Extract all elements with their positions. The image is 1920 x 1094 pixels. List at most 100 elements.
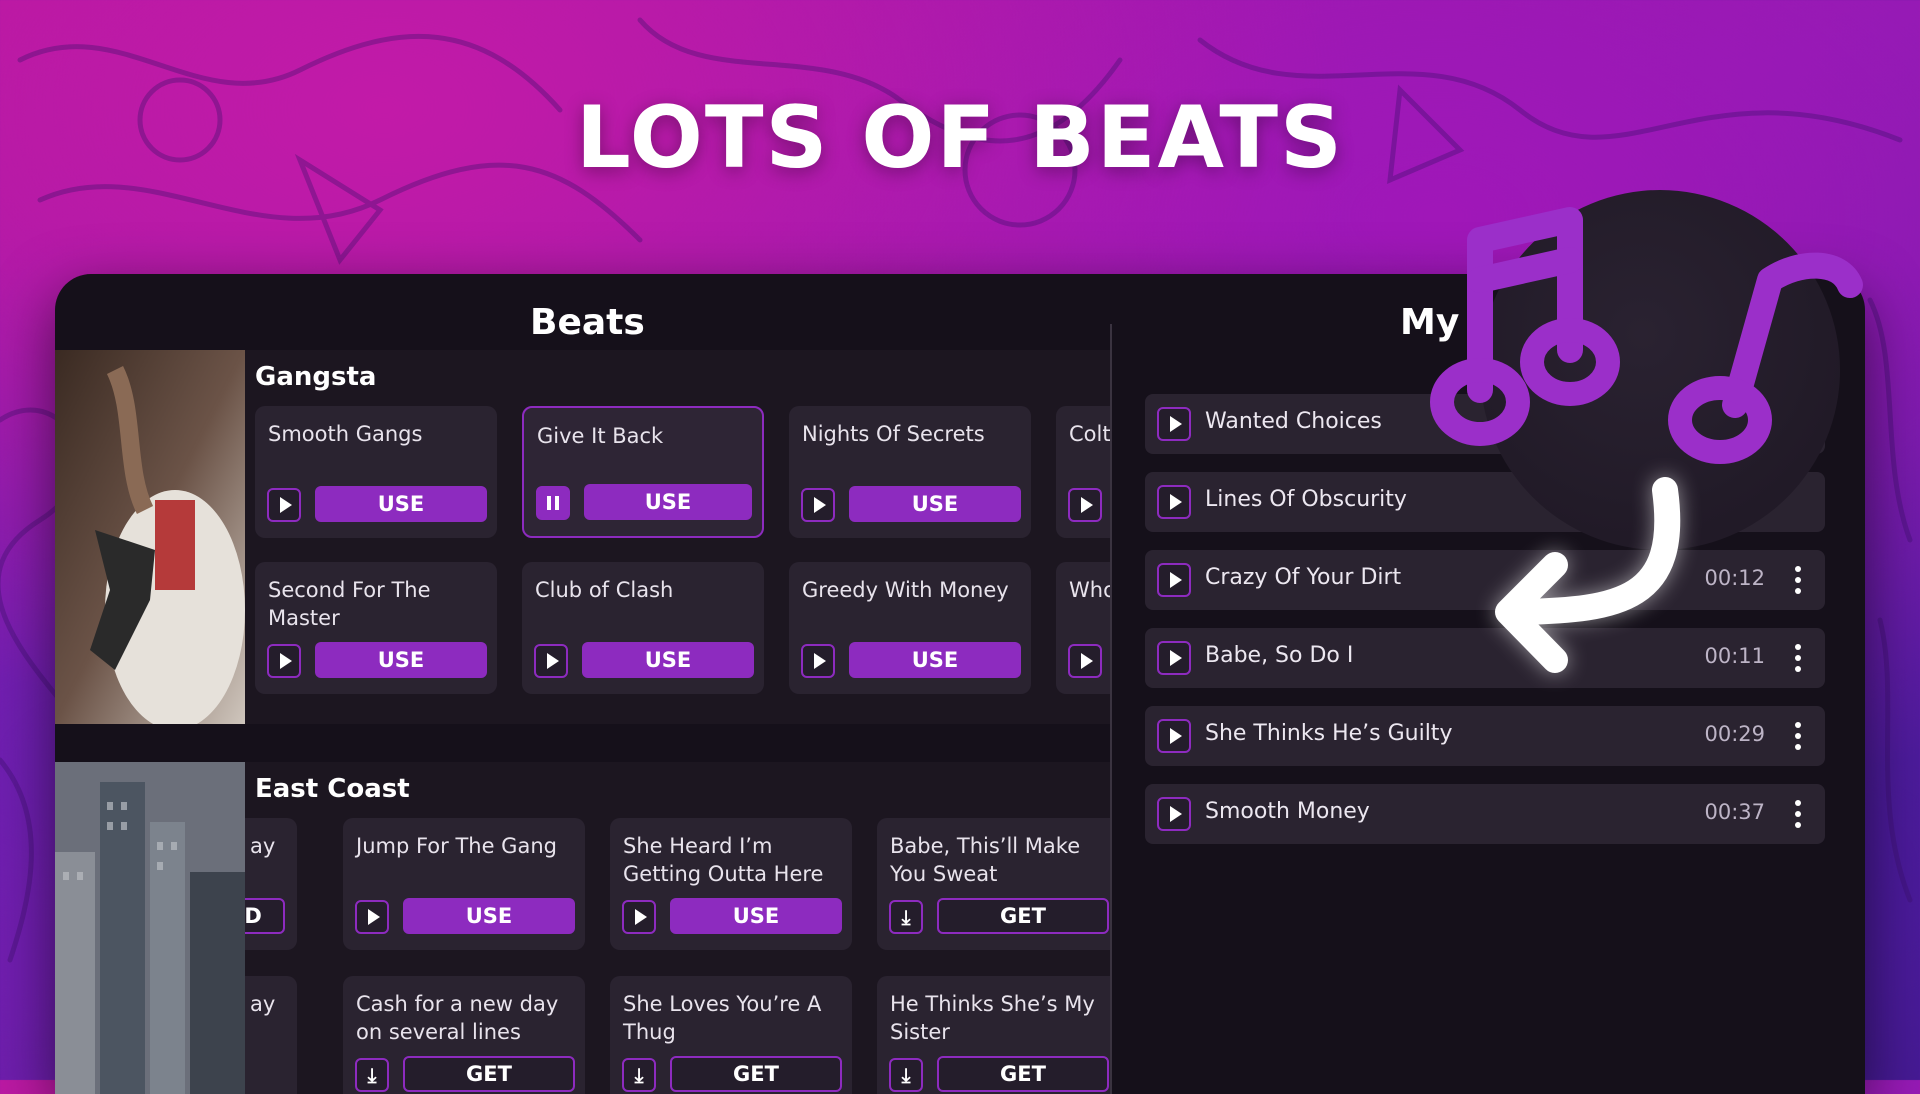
use-button[interactable]: USE (315, 642, 487, 678)
download-icon-button[interactable]: ⤓ (622, 1058, 656, 1092)
more-options-icon[interactable] (1795, 800, 1801, 828)
more-options-icon[interactable] (1795, 722, 1801, 750)
play-button[interactable] (1157, 407, 1191, 441)
beat-title: Babe, This’ll Make You Sweat (890, 834, 1081, 886)
play-button[interactable] (267, 644, 301, 678)
download-icon-button[interactable]: ⤓ (355, 1058, 389, 1092)
curved-arrow-icon (1495, 477, 1681, 673)
gangsta-cards: Smooth Gangs USE Give It Back USE Nights… (245, 406, 1110, 724)
play-icon (367, 909, 380, 925)
beat-title: ay (250, 992, 276, 1016)
play-icon (1169, 572, 1182, 588)
beat-card[interactable]: ay (245, 976, 297, 1094)
get-button[interactable]: GET (670, 1056, 842, 1092)
music-notes-icon (1430, 207, 1863, 673)
beat-card[interactable]: Smooth Gangs USE (255, 406, 497, 538)
play-icon (1080, 653, 1093, 669)
beat-title: Greedy With Money (802, 578, 1009, 602)
download-icon: ⤓ (367, 1063, 377, 1087)
use-button[interactable]: USE (315, 486, 487, 522)
playlist-item[interactable]: Smooth Money 00:37 (1145, 784, 1825, 844)
play-icon (279, 653, 292, 669)
play-button[interactable] (801, 488, 835, 522)
track-duration: 00:29 (1704, 722, 1765, 746)
download-icon-button[interactable]: ⤓ (889, 900, 923, 934)
beats-title: Beats (530, 302, 645, 343)
beat-title: Colt 1 (1069, 422, 1110, 446)
get-button[interactable]: GET (937, 898, 1109, 934)
beat-card[interactable]: Jump For The Gang USE (343, 818, 585, 950)
play-icon (813, 653, 826, 669)
play-button[interactable] (1157, 641, 1191, 675)
beat-title: Who (1069, 578, 1110, 602)
play-icon (1169, 416, 1182, 432)
section-title: Gangsta (255, 362, 377, 392)
use-button[interactable]: USE (584, 484, 752, 520)
track-name: Crazy Of Your Dirt (1205, 565, 1402, 590)
beat-card[interactable]: Second For The Master USE (255, 562, 497, 694)
beat-title: Nights Of Secrets (802, 422, 985, 446)
beat-card[interactable]: Greedy With Money USE (789, 562, 1031, 694)
beat-title: Jump For The Gang (356, 834, 557, 858)
beat-card[interactable]: Club of Clash USE (522, 562, 764, 694)
download-icon: ⤓ (901, 905, 911, 929)
use-button[interactable]: USE (670, 898, 842, 934)
play-button[interactable] (801, 644, 835, 678)
play-button[interactable] (1157, 563, 1191, 597)
track-name: Smooth Money (1205, 799, 1370, 824)
beat-card[interactable]: He Thinks She’s My Sister ⤓ GET (877, 976, 1110, 1094)
play-icon (1080, 497, 1093, 513)
play-icon (1169, 806, 1182, 822)
play-icon (634, 909, 647, 925)
beat-title: ay (250, 834, 276, 858)
play-button[interactable] (1068, 644, 1102, 678)
play-button[interactable] (622, 900, 656, 934)
beat-card[interactable]: Colt 1 (1056, 406, 1110, 538)
beat-card[interactable]: Give It Back USE (522, 406, 764, 538)
section-east-coast: East Coast ay AD Jump For The Gang USE S… (55, 762, 1110, 1094)
playlist-item[interactable]: She Thinks He’s Guilty 00:29 (1145, 706, 1825, 766)
beat-title: Second For The Master (268, 578, 431, 630)
use-button[interactable]: USE (849, 642, 1021, 678)
track-name: Wanted Choices (1205, 409, 1382, 434)
beat-title: He Thinks She’s My Sister (890, 992, 1095, 1044)
play-button[interactable] (534, 644, 568, 678)
track-name: Lines Of Obscurity (1205, 487, 1407, 512)
use-button[interactable]: USE (582, 642, 754, 678)
track-name: Babe, So Do I (1205, 643, 1354, 668)
play-button[interactable] (1157, 485, 1191, 519)
play-button[interactable] (1157, 797, 1191, 831)
panel-divider (1110, 324, 1112, 1094)
beat-title: She Loves You’re A Thug (623, 992, 822, 1044)
play-button[interactable] (1068, 488, 1102, 522)
download-icon: ⤓ (634, 1063, 644, 1087)
play-icon (1169, 494, 1182, 510)
pause-icon (547, 496, 559, 510)
play-icon (1169, 728, 1182, 744)
track-name: She Thinks He’s Guilty (1205, 721, 1453, 746)
play-button[interactable] (355, 900, 389, 934)
download-icon: ⤓ (901, 1063, 911, 1087)
beat-card[interactable]: She Heard I’m Getting Outta Here USE (610, 818, 852, 950)
get-button[interactable]: GET (403, 1056, 575, 1092)
play-icon (546, 653, 559, 669)
beat-card[interactable]: Cash for a new day on several lines ⤓ GE… (343, 976, 585, 1094)
east-coast-cover-image (55, 762, 245, 1094)
use-button[interactable]: USE (849, 486, 1021, 522)
beat-title: Give It Back (537, 424, 664, 448)
get-button[interactable]: GET (937, 1056, 1109, 1092)
play-button[interactable] (1157, 719, 1191, 753)
pause-button[interactable] (536, 486, 570, 520)
beat-card[interactable]: Nights Of Secrets USE (789, 406, 1031, 538)
play-button[interactable] (267, 488, 301, 522)
download-icon-button[interactable]: ⤓ (889, 1058, 923, 1092)
track-duration: 00:37 (1704, 800, 1765, 824)
beat-card[interactable]: ay AD (245, 818, 297, 950)
use-button[interactable]: USE (403, 898, 575, 934)
hero-title: LOTS OF BEATS (576, 88, 1344, 188)
beat-card[interactable]: Who (1056, 562, 1110, 694)
beat-card[interactable]: Babe, This’ll Make You Sweat ⤓ GET (877, 818, 1110, 950)
download-button[interactable]: AD (245, 898, 285, 934)
beat-title: Cash for a new day on several lines (356, 992, 559, 1044)
beat-card[interactable]: She Loves You’re A Thug ⤓ GET (610, 976, 852, 1094)
